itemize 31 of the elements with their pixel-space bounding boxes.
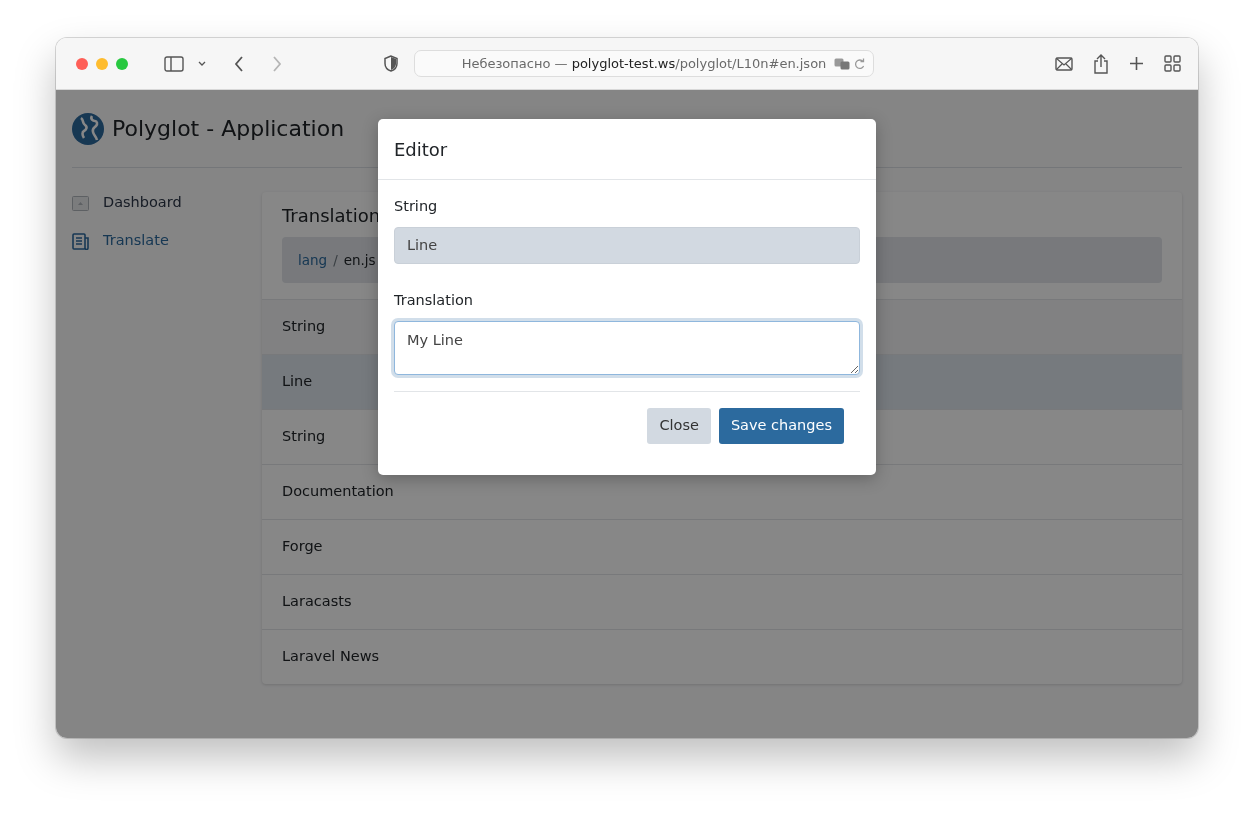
mail-icon[interactable] (1055, 56, 1073, 71)
tab-overview-icon[interactable] (1164, 55, 1181, 72)
breadcrumb-separator: / (333, 250, 338, 270)
breadcrumb-item: en.js (343, 250, 376, 270)
address-text: Небезопасно — polyglot-test.ws/polyglot/L10n#en.json (461, 54, 827, 73)
shield-icon[interactable] (384, 55, 398, 72)
app-title: Polyglot - Application (112, 115, 345, 143)
table-row[interactable]: Laracasts (262, 574, 1182, 629)
close-button[interactable]: Close (647, 407, 711, 444)
plus-icon[interactable] (1129, 56, 1144, 71)
dashboard-icon (72, 195, 89, 211)
field-label: String (394, 197, 439, 216)
sidebar-item[interactable]: Translate (72, 222, 262, 260)
translate-icon[interactable] (834, 57, 850, 70)
table-row[interactable]: Forge (262, 519, 1182, 574)
sidebar-item[interactable]: Dashboard (72, 184, 262, 222)
translation-field[interactable]: My Line (394, 320, 860, 375)
address-bar[interactable]: Небезопасно — polyglot-test.ws/polyglot/L10n#en.json (414, 50, 874, 77)
breadcrumb-link[interactable]: lang (298, 249, 328, 271)
back-icon[interactable] (234, 55, 244, 72)
share-icon[interactable] (1093, 53, 1109, 74)
modal-title: Editor (378, 119, 876, 180)
card-title: Translation (282, 205, 381, 226)
window-control[interactable] (76, 57, 88, 70)
document-icon (72, 232, 89, 250)
reload-icon[interactable] (854, 57, 865, 70)
save-button[interactable]: Save changes (718, 407, 844, 444)
sidebar-icon[interactable] (164, 55, 184, 72)
globe-icon (72, 112, 104, 145)
table-row[interactable]: Laravel News (262, 629, 1182, 684)
chevron-down-icon[interactable] (198, 60, 206, 67)
